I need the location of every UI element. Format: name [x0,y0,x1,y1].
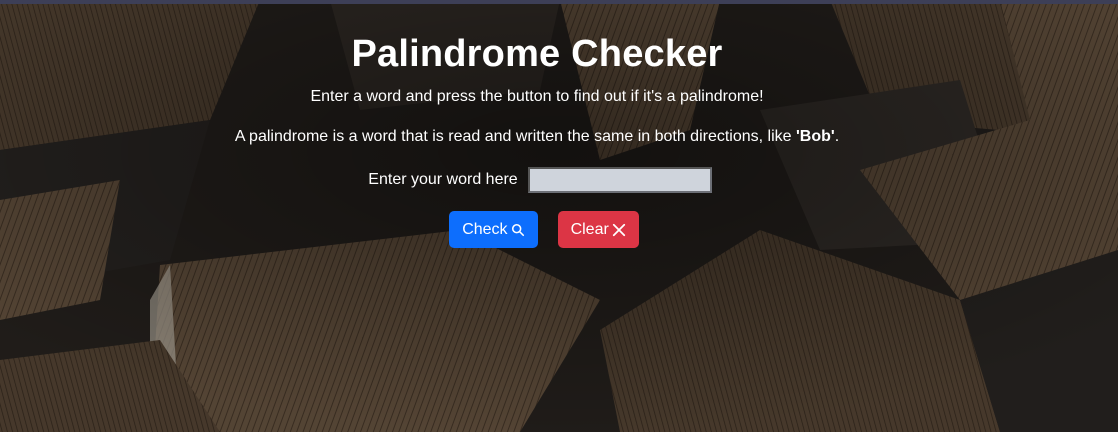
word-input[interactable] [527,167,712,193]
definition-prefix: A palindrome is a word that is read and … [234,128,796,145]
definition-text: A palindrome is a word that is read and … [0,127,1074,147]
button-row: Check Clear [0,211,1074,248]
definition-example: 'Bob' [796,128,835,145]
check-button[interactable]: Check [449,211,538,248]
search-icon [511,223,524,236]
page: Palindrome Checker Enter a word and pres… [0,0,1118,432]
top-border [0,0,1118,4]
word-input-label: Enter your word here [368,171,518,188]
check-button-label: Check [462,220,508,238]
intro-text: Enter a word and press the button to fin… [310,88,764,105]
close-icon [612,223,625,236]
page-title: Palindrome Checker [351,33,723,75]
clear-button[interactable]: Clear [557,211,639,248]
definition-suffix: . [834,128,840,145]
word-form: Enter your word here [0,165,1074,195]
clear-button-label: Clear [570,220,609,238]
